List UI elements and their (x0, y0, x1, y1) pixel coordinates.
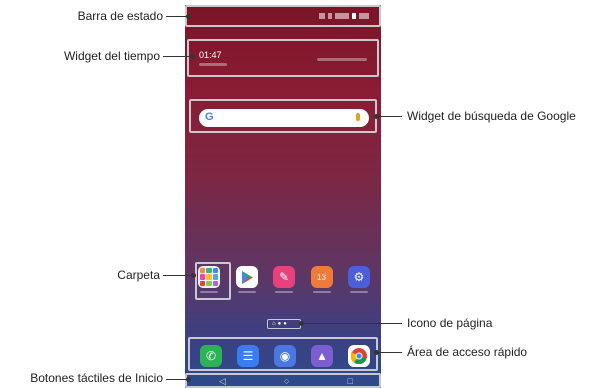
settings-icon: ⚙ (348, 266, 370, 288)
play-store-icon (235, 266, 258, 288)
google-search-widget: G (189, 99, 377, 133)
leader-line (166, 379, 188, 380)
leader-line (377, 116, 402, 117)
callout-google-widget: Widget de búsqueda de Google (407, 109, 576, 123)
page-dots[interactable]: ⌂●● (272, 321, 289, 327)
folder[interactable] (194, 266, 224, 293)
leader-line (166, 16, 188, 17)
folder-icon (198, 266, 220, 288)
callout-quick-access: Área de acceso rápido (407, 345, 528, 359)
app-label (237, 291, 256, 293)
back-icon[interactable]: ◁ (219, 376, 226, 387)
recents-icon[interactable]: □ (348, 376, 353, 387)
leader-dot (191, 273, 196, 278)
app-label (350, 291, 368, 293)
leader-line (302, 323, 402, 324)
weather-time: 01:47 (199, 50, 222, 60)
messages-icon[interactable]: ☰ (237, 345, 259, 367)
weather-date (199, 63, 227, 66)
leader-dot (186, 377, 191, 382)
nav-row: ◁ ○ □ (219, 376, 353, 387)
mic-icon[interactable] (356, 113, 360, 121)
phone-icon[interactable]: ✆ (200, 345, 222, 367)
home-touch-buttons: ◁ ○ □ (185, 373, 381, 388)
status-icons (319, 13, 369, 19)
callout-home-buttons: Botones táctiles de Inicio (30, 371, 163, 385)
dock-row: ✆ ☰ ◉ ▲ (200, 345, 370, 367)
app-label (312, 291, 331, 293)
weather-widget[interactable]: 01:47 (187, 39, 379, 77)
callout-page-icon: Icono de página (407, 316, 493, 330)
phone-screen: 01:47 G ✎ 13 ⚙ ⌂●● ✆ ☰ ◉ ▲ ◁ ○ □ (185, 5, 381, 388)
weather-location (317, 58, 367, 61)
calendar-icon: 13 (310, 266, 333, 288)
app-label (200, 291, 218, 293)
app-play-store[interactable] (232, 266, 262, 293)
status-bar (185, 5, 381, 27)
callout-status-bar: Barra de estado (77, 9, 163, 23)
google-logo-icon: G (205, 111, 214, 123)
app-settings[interactable]: ⚙ (344, 266, 374, 293)
app-label (275, 291, 293, 293)
search-input[interactable]: G (199, 109, 369, 127)
quickmemo-icon: ✎ (273, 266, 295, 288)
camera-icon[interactable]: ◉ (274, 345, 296, 367)
callout-folder: Carpeta (117, 268, 160, 282)
quick-access-dock: ✆ ☰ ◉ ▲ (188, 337, 378, 371)
gallery-icon[interactable]: ▲ (311, 345, 333, 367)
home-icon[interactable]: ○ (284, 376, 289, 387)
page-indicator: ⌂●● (267, 319, 301, 329)
app-quickmemo[interactable]: ✎ (269, 266, 299, 293)
leader-line (163, 275, 193, 276)
leader-line (163, 56, 192, 57)
callout-weather-widget: Widget del tiempo (63, 49, 160, 63)
leader-dot (186, 14, 191, 19)
leader-dot (190, 54, 195, 59)
app-calendar[interactable]: 13 (307, 266, 337, 293)
leader-line (377, 352, 402, 353)
app-row: ✎ 13 ⚙ (194, 266, 374, 293)
chrome-icon[interactable] (348, 345, 370, 367)
